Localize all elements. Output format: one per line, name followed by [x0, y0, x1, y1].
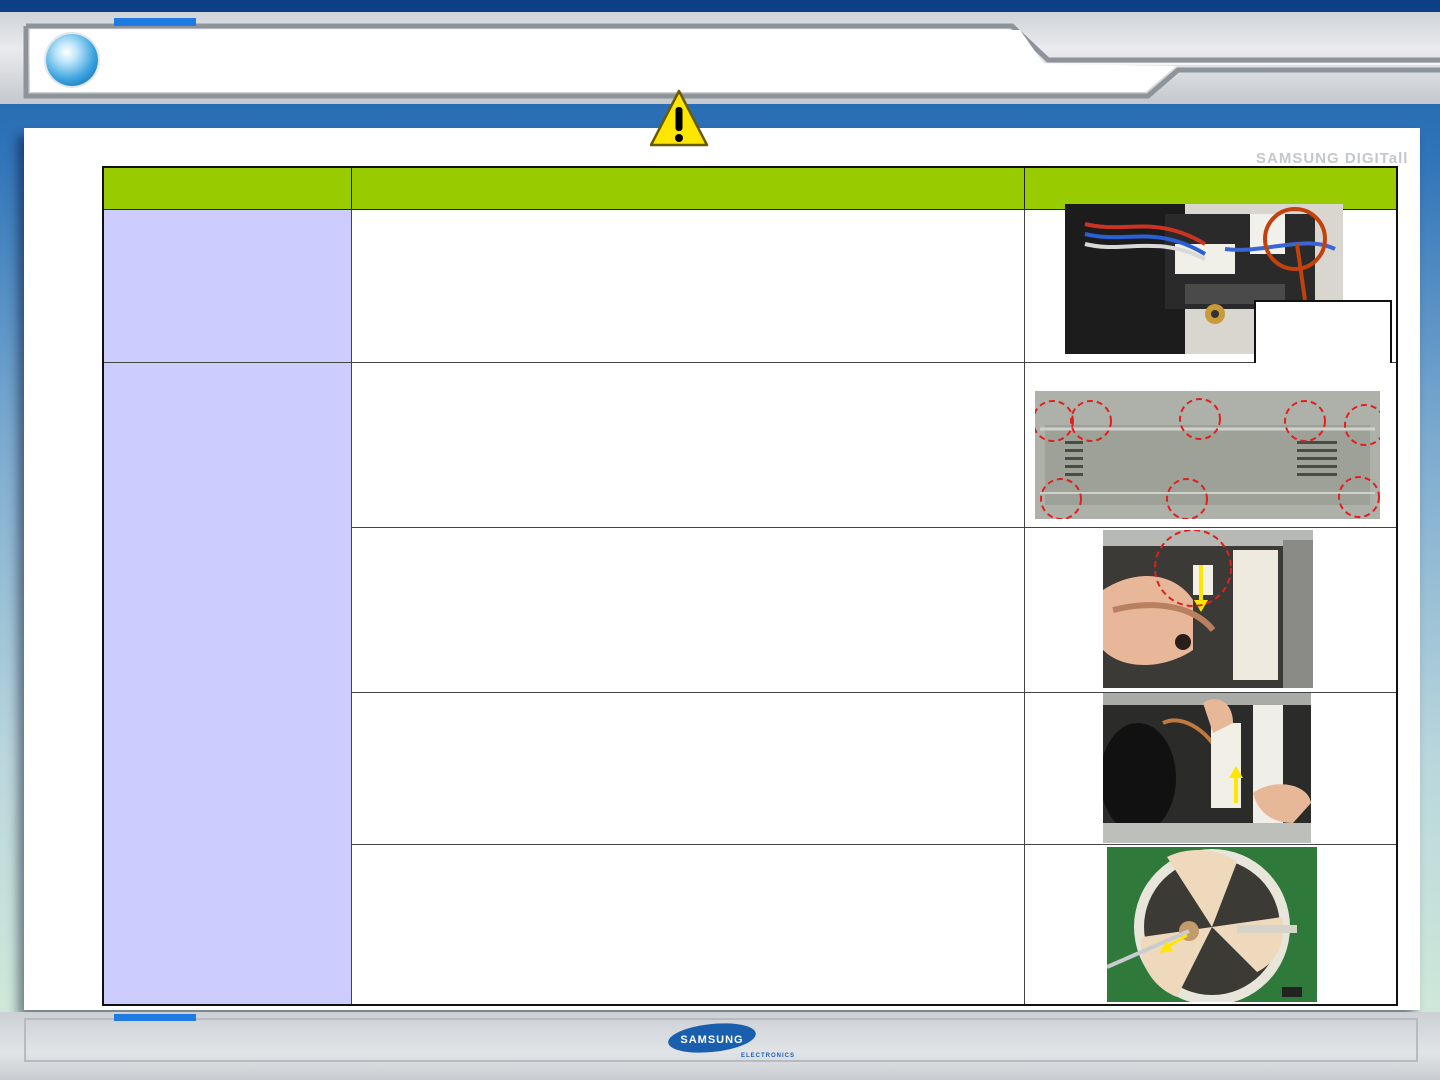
photo-cell: [1023, 844, 1398, 1006]
category-cell: [102, 208, 352, 363]
svg-text:ELECTRONICS: ELECTRONICS: [741, 1053, 795, 1059]
description-cell: [350, 361, 1025, 528]
header-accent-strip: [114, 18, 196, 26]
photo-cell: [1023, 692, 1398, 846]
callout-box: [1253, 299, 1392, 370]
table-row: [102, 203, 1398, 370]
globe-orb-icon: [46, 34, 98, 86]
description-cell: [350, 844, 1025, 1006]
photo-cell: [1023, 203, 1398, 370]
warning-triangle-icon: [649, 89, 709, 147]
photo-cell: [1023, 361, 1398, 528]
lift-fan-bracket-photo: [1102, 693, 1311, 844]
rear-cover-screws-photo: [1034, 390, 1380, 519]
table-row: [102, 361, 1398, 1006]
description-cell: [350, 692, 1025, 846]
watermark-text: SAMSUNG DIGITall: [1256, 150, 1409, 167]
header-frame-graphic: [23, 23, 1440, 99]
footer-accent-strip: [114, 1014, 196, 1021]
procedure-table: [102, 166, 1398, 1006]
remove-fan-blade-photo: [1106, 847, 1317, 1003]
category-cell: [102, 361, 352, 1006]
disconnect-fan-motor-wire-photo: [1102, 529, 1313, 688]
column-header: [102, 166, 352, 210]
description-cell: [350, 208, 1025, 363]
description-cell: [350, 526, 1025, 694]
column-header: [350, 166, 1025, 210]
top-accent-bar: [0, 0, 1440, 12]
svg-text:SAMSUNG: SAMSUNG: [680, 1034, 743, 1046]
photo-cell: [1023, 526, 1398, 694]
samsung-logo: SAMSUNG ELECTRONICS: [668, 1023, 795, 1059]
